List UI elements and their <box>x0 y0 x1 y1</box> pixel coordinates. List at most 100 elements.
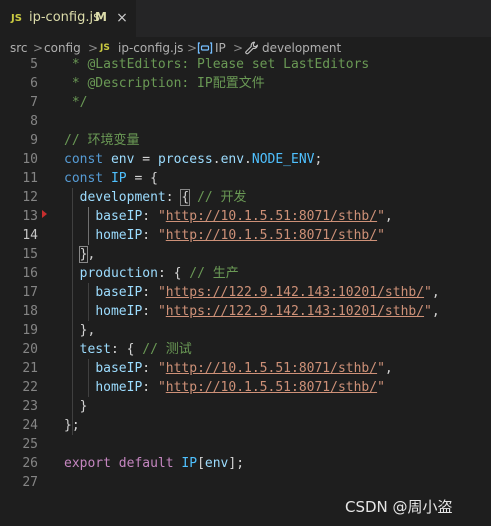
code-text[interactable]: export default IP[env]; <box>64 454 244 473</box>
code-line[interactable]: 19 }, <box>0 321 491 340</box>
code-text[interactable]: homeIP: "https://122.9.142.143:10201/sth… <box>64 302 439 321</box>
code-line[interactable]: 8 <box>0 112 491 131</box>
code-token: } <box>64 399 88 414</box>
tab-bar: JS ip-config.js M × <box>0 0 491 37</box>
code-line[interactable]: 14 homeIP: "http://10.1.5.51:8071/sthb/" <box>0 226 491 245</box>
line-number: 16 <box>22 266 38 281</box>
code-token: }; <box>64 418 80 433</box>
code-line[interactable]: 25 <box>0 435 491 454</box>
code-line[interactable]: 7 */ <box>0 93 491 112</box>
code-text[interactable]: baseIP: "http://10.1.5.51:8071/sthb/", <box>64 359 392 378</box>
code-token: env <box>204 456 229 471</box>
code-line[interactable]: 23 } <box>0 397 491 416</box>
code-line[interactable]: 22 homeIP: "http://10.1.5.51:8071/sthb/" <box>0 378 491 397</box>
code-token: https://122.9.142.143:10201/sthb/ <box>165 304 425 319</box>
editor-tab-ip-config[interactable]: JS ip-config.js M × <box>0 0 136 37</box>
line-number: 7 <box>30 95 38 110</box>
code-token: baseIP <box>95 209 143 224</box>
code-text[interactable]: const env = process.env.NODE_ENV; <box>64 150 322 169</box>
code-line[interactable]: 26 export default IP[env]; <box>0 454 491 473</box>
breadcrumb-item-ip[interactable]: IP <box>215 41 226 55</box>
code-text[interactable]: } <box>64 397 88 416</box>
code-token: , <box>384 209 393 224</box>
code-text[interactable]: baseIP: "http://10.1.5.51:8071/sthb/", <box>64 207 393 226</box>
line-number: 5 <box>30 57 38 72</box>
javascript-file-icon: JS <box>100 43 110 53</box>
modified-indicator: M <box>95 10 107 24</box>
code-token: const <box>64 171 111 186</box>
line-number: 14 <box>22 228 38 243</box>
code-token: " <box>157 304 166 319</box>
code-token: process <box>157 152 213 167</box>
code-line[interactable]: 6 * @Description: IP配置文件 <box>0 74 491 93</box>
code-token: homeIP <box>95 304 143 319</box>
code-text[interactable]: homeIP: "http://10.1.5.51:8071/sthb/" <box>64 226 385 245</box>
code-token: . <box>244 152 252 167</box>
code-text[interactable]: * @LastEditors: Please set LastEditors <box>64 55 369 74</box>
code-token: , <box>431 285 440 300</box>
line-number: 27 <box>22 475 38 490</box>
code-text[interactable]: baseIP: "https://122.9.142.143:10201/sth… <box>64 283 440 302</box>
code-line[interactable]: 12 development: { // 开发 <box>0 188 491 207</box>
breadcrumb-item-file[interactable]: ip-config.js <box>118 41 183 55</box>
code-line[interactable]: 21 baseIP: "http://10.1.5.51:8071/sthb/"… <box>0 359 491 378</box>
code-token: : <box>142 304 158 319</box>
code-editor[interactable]: 5 * @LastEditors: Please set LastEditors… <box>0 55 491 500</box>
code-token: test <box>79 342 111 357</box>
line-number: 8 <box>30 114 38 129</box>
code-text[interactable]: development: { // 开发 <box>64 188 247 207</box>
code-text[interactable]: }, <box>64 245 95 264</box>
code-line[interactable]: 17 baseIP: "https://122.9.142.143:10201/… <box>0 283 491 302</box>
code-line[interactable]: 18 homeIP: "https://122.9.142.143:10201/… <box>0 302 491 321</box>
code-token: ]; <box>228 456 245 471</box>
code-text[interactable]: // 环境变量 <box>64 131 139 150</box>
code-line[interactable]: 10 const env = process.env.NODE_ENV; <box>0 150 491 169</box>
code-text[interactable]: const IP = { <box>64 169 158 188</box>
breadcrumb-item-development[interactable]: development <box>262 41 341 55</box>
line-number: 21 <box>22 361 38 376</box>
chevron-right-icon: > <box>88 41 99 55</box>
close-tab-icon[interactable]: × <box>115 9 129 27</box>
code-token: : { <box>110 342 143 357</box>
code-token: * @Description: IP配置文件 <box>64 76 265 91</box>
chevron-right-icon: > <box>233 41 244 55</box>
code-line[interactable]: 5 * @LastEditors: Please set LastEditors <box>0 55 491 74</box>
code-line[interactable]: 16 production: { // 生产 <box>0 264 491 283</box>
chevron-right-icon: > <box>33 41 44 55</box>
code-text[interactable]: production: { // 生产 <box>64 264 239 283</box>
code-text[interactable]: }; <box>64 416 80 435</box>
code-line[interactable]: 9 // 环境变量 <box>0 131 491 150</box>
code-line[interactable]: 20 test: { // 测试 <box>0 340 491 359</box>
code-token: // 生产 <box>189 266 239 281</box>
code-token: NODE_ENV <box>251 152 315 167</box>
code-token: http://10.1.5.51:8071/sthb/ <box>165 228 378 243</box>
breadcrumb-item-config[interactable]: config <box>44 41 81 55</box>
code-token: . <box>212 152 221 167</box>
code-line[interactable]: 15 }, <box>0 245 491 264</box>
code-text[interactable]: test: { // 测试 <box>64 340 192 359</box>
javascript-file-icon: JS <box>11 13 22 24</box>
code-token: http://10.1.5.51:8071/sthb/ <box>165 209 378 224</box>
code-token: : { <box>157 266 190 281</box>
code-token: , <box>87 247 96 262</box>
line-number: 13 <box>22 209 38 224</box>
code-text[interactable]: * @Description: IP配置文件 <box>64 74 265 93</box>
code-line[interactable]: 27 <box>0 473 491 492</box>
code-text[interactable]: }, <box>64 321 96 340</box>
line-number: 9 <box>30 133 38 148</box>
code-token: homeIP <box>95 380 143 395</box>
watermark: CSDN @周小盗 <box>345 498 453 516</box>
line-number: 25 <box>22 437 38 452</box>
code-token: export default <box>64 456 182 471</box>
code-text[interactable]: */ <box>64 93 88 112</box>
code-line[interactable]: 11 const IP = { <box>0 169 491 188</box>
breadcrumb-item-src[interactable]: src <box>10 41 28 55</box>
line-number: 22 <box>22 380 38 395</box>
line-number: 17 <box>22 285 38 300</box>
code-line[interactable]: 13 baseIP: "http://10.1.5.51:8071/sthb/"… <box>0 207 491 226</box>
code-text[interactable]: homeIP: "http://10.1.5.51:8071/sthb/" <box>64 378 385 397</box>
code-line[interactable]: 24}; <box>0 416 491 435</box>
